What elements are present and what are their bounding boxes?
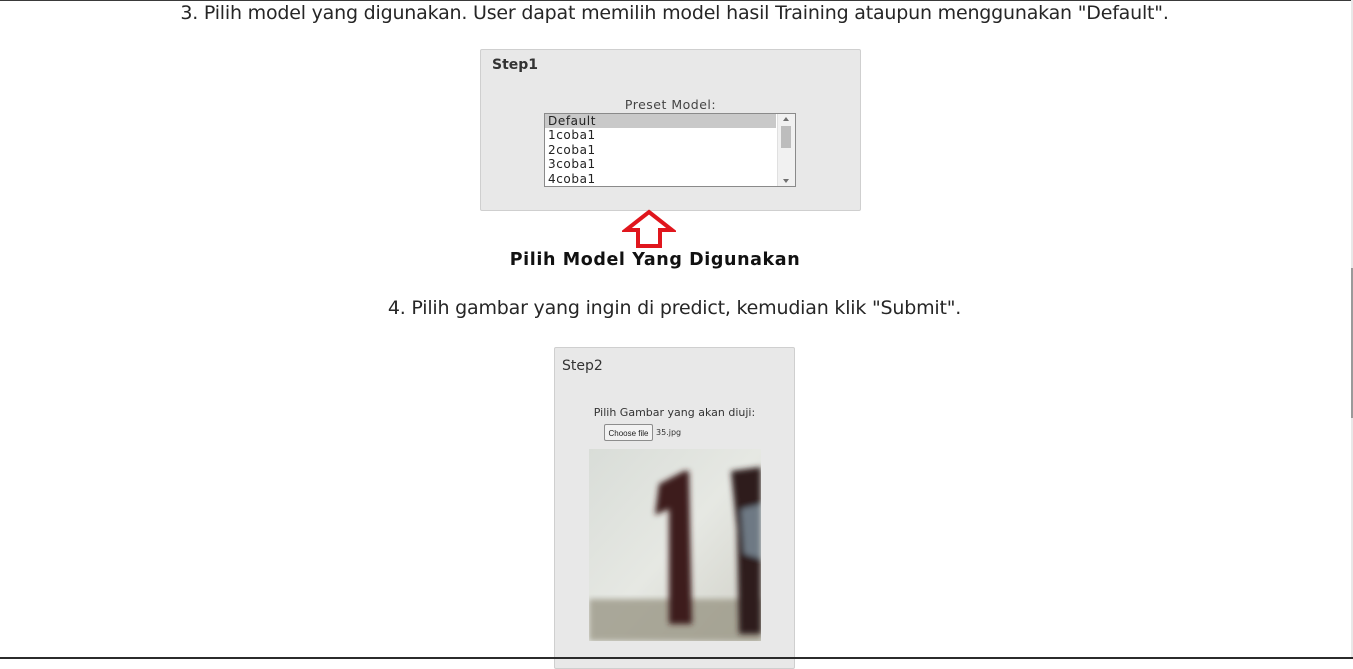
step2-panel: Step2 Pilih Gambar yang akan diuji: Choo… [554, 347, 795, 669]
instruction-step-3: 3. Pilih model yang digunakan. User dapa… [180, 2, 1169, 24]
scroll-up-icon[interactable] [783, 117, 789, 121]
preset-model-listbox[interactable]: Default 1coba1 2coba1 3coba1 4coba1 [544, 113, 796, 187]
model-option-2coba1[interactable]: 2coba1 [545, 143, 776, 157]
instruction-step-4: 4. Pilih gambar yang ingin di predict, k… [387, 297, 962, 319]
step1-panel: Step1 Preset Model: Default 1coba1 2coba… [480, 49, 861, 211]
arrow-up-icon [622, 209, 676, 248]
step2-title: Step2 [562, 358, 603, 374]
model-option-3coba1[interactable]: 3coba1 [545, 157, 776, 171]
choose-image-label: Pilih Gambar yang akan diuji: [593, 406, 756, 419]
selected-file-name: 35.jpg [656, 428, 682, 437]
listbox-scrollbar[interactable] [777, 114, 795, 186]
model-option-default[interactable]: Default [545, 114, 776, 129]
listbox-scroll-thumb[interactable] [781, 126, 791, 148]
model-option-1coba1[interactable]: 1coba1 [545, 128, 776, 142]
preset-model-label: Preset Model: [624, 97, 717, 112]
digit-image-preview [589, 449, 761, 641]
model-option-4coba1[interactable]: 4coba1 [545, 172, 776, 186]
choose-file-button[interactable]: Choose file [604, 424, 653, 441]
scroll-down-icon[interactable] [783, 179, 789, 183]
annotation-caption: Pilih Model Yang Digunakan [509, 250, 801, 270]
step1-title: Step1 [492, 57, 539, 73]
top-border [0, 0, 1353, 1]
